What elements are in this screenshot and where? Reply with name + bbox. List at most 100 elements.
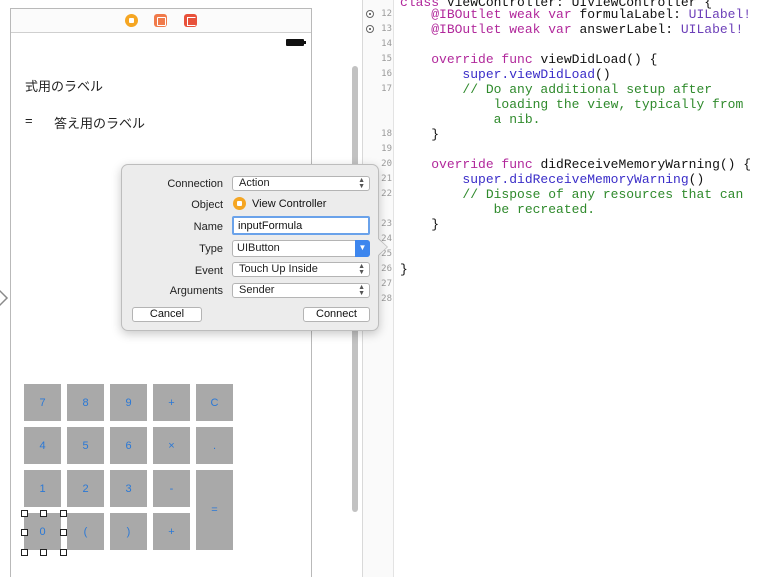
resize-handle[interactable] [40,510,47,517]
line-number: 14 [381,39,392,49]
formula-label[interactable]: 式用のラベル [25,76,103,95]
code-token: UILabel! [680,22,744,37]
resize-handle[interactable] [60,529,67,536]
calc-key[interactable]: 6 [110,427,147,464]
code-token: answerLabel: [579,22,681,37]
answer-label[interactable]: 答え用のラベル [54,113,145,132]
first-responder-icon[interactable] [154,14,167,27]
code-token: @IBOutlet weak var [431,7,580,22]
assistant-code-editor[interactable]: 12 13 14 15 16 17 18 19 20 21 22 23 24 25 26 27 28 class… [363,0,770,577]
calc-key[interactable]: ) [110,513,147,550]
connect-button[interactable]: Connect [303,307,370,322]
resize-handle[interactable] [21,510,28,517]
code-token: () [688,172,705,187]
event-select[interactable]: Touch Up Inside ▲ ▼ [232,262,370,277]
calc-key[interactable]: 8 [67,384,104,421]
code-token: didReceiveMemoryWarning() { [540,157,752,172]
calc-key[interactable]: 4 [24,427,61,464]
code-line[interactable]: // Dispose of any resources that can [400,187,743,202]
line-number: 19 [381,144,392,154]
object-label: Object [191,199,223,211]
code-line[interactable]: } [400,262,408,277]
code-line[interactable]: super.didReceiveMemoryWarning() [400,172,704,187]
object-value: View Controller [252,198,327,210]
resize-handle[interactable] [60,510,67,517]
type-value: UIButton [237,242,280,254]
outlet-connection-icon[interactable] [366,10,374,18]
entry-point-arrow-icon [0,289,9,307]
connection-value: Action [239,177,270,189]
code-token: // Do any additional setup after [462,82,713,97]
calc-key[interactable]: 7 [24,384,61,421]
calc-key[interactable]: 5 [67,427,104,464]
type-label: Type [199,243,223,255]
code-line[interactable]: super.viewDidLoad() [400,67,610,82]
connection-select[interactable]: Action ▲ ▼ [232,176,370,191]
view-controller-icon[interactable] [125,14,138,27]
calc-key[interactable]: + [153,384,190,421]
resize-handle[interactable] [21,549,28,556]
answer-equals-label[interactable]: = [25,113,33,128]
name-input[interactable] [232,216,370,235]
code-token: // Dispose of any resources that can [462,187,744,202]
resize-handle[interactable] [40,549,47,556]
arguments-select[interactable]: Sender ▲ ▼ [232,283,370,298]
calc-key[interactable]: C [196,384,233,421]
calc-key[interactable]: 3 [110,470,147,507]
chevron-down-icon[interactable]: ▼ [355,240,370,257]
calc-key[interactable]: 2 [67,470,104,507]
code-token: } [431,217,440,232]
calc-key[interactable]: . [196,427,233,464]
code-token: UILabel! [688,7,752,22]
calc-key[interactable]: 1 [24,470,61,507]
calc-key[interactable]: ( [67,513,104,550]
cancel-button[interactable]: Cancel [132,307,202,322]
code-line[interactable]: loading the view, typically from [400,97,744,112]
code-line[interactable]: a nib. [400,112,541,127]
battery-icon [286,39,306,46]
type-combobox[interactable]: UIButton ▼ [232,240,370,257]
calc-key[interactable]: × [153,427,190,464]
calc-key[interactable]: 0 [24,513,61,550]
code-line[interactable]: override func didReceiveMemoryWarning() … [400,157,751,172]
code-line[interactable]: // Do any additional setup after [400,82,712,97]
calc-key[interactable]: = [196,470,233,550]
stepper-arrows-icon: ▲ ▼ [358,263,365,276]
code-token: a nib. [493,112,541,127]
outlet-connection-icon[interactable] [366,25,374,33]
calc-key[interactable]: 9 [110,384,147,421]
resize-handle[interactable] [60,549,67,556]
code-token: super.didReceiveMemoryWarning [462,172,689,187]
code-token: override func [431,52,541,67]
code-line[interactable]: override func viewDidLoad() { [400,52,657,67]
exit-icon[interactable] [184,14,197,27]
calc-key[interactable]: + [153,513,190,550]
code-token: loading the view, typically from [493,97,744,112]
code-line[interactable]: } [400,127,439,142]
line-number: 16 [381,69,392,79]
calc-key[interactable]: - [153,470,190,507]
code-line[interactable]: } [400,217,439,232]
code-token: @IBOutlet weak var [431,22,580,37]
code-line[interactable]: @IBOutlet weak var answerLabel: UILabel! [400,22,743,37]
code-line[interactable]: be recreated. [400,202,595,217]
event-value: Touch Up Inside [239,263,318,275]
code-token: } [400,262,408,277]
line-number: 17 [381,84,392,94]
code-line[interactable]: @IBOutlet weak var formulaLabel: UILabel… [400,7,751,22]
connection-label: Connection [167,178,223,190]
resize-handle[interactable] [21,529,28,536]
name-label: Name [193,221,223,233]
